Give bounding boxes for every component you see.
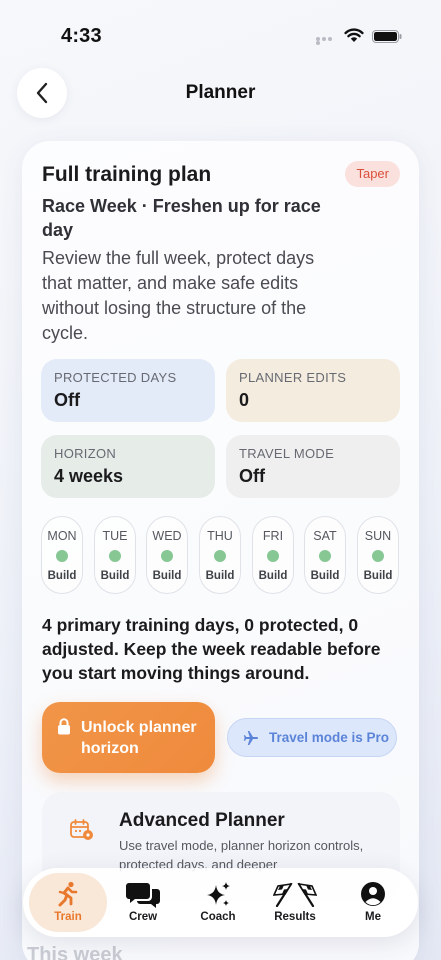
day-pill-wed[interactable]: WED Build — [146, 516, 188, 594]
tab-label: Results — [274, 911, 316, 923]
day-name: SAT — [313, 529, 337, 543]
day-tag: Build — [363, 570, 393, 582]
day-status-dot — [214, 550, 226, 562]
sparkles-icon — [207, 882, 230, 906]
day-status-dot — [161, 550, 173, 562]
lock-icon — [58, 718, 70, 735]
day-status-dot — [267, 550, 279, 562]
unlock-planner-horizon-button[interactable]: Unlock planner horizon — [42, 702, 215, 773]
stat-protected-days: PROTECTED DAYS Off — [41, 359, 215, 422]
tab-results[interactable]: Results — [256, 873, 334, 932]
day-tag: Build — [258, 570, 288, 582]
stat-label: TRAVEL MODE — [239, 446, 335, 461]
stat-label: HORIZON — [54, 446, 117, 461]
status-time: 4:33 — [61, 25, 102, 47]
day-name: TUE — [102, 529, 128, 543]
tab-label: Crew — [128, 911, 158, 923]
plan-subtitle: Race Week · Freshen up for race day — [42, 196, 321, 240]
tab-coach[interactable]: Coach — [179, 873, 257, 932]
tab-label: Coach — [200, 911, 236, 923]
stat-travel-mode: TRAVEL MODE Off — [226, 435, 400, 498]
day-pill-mon[interactable]: MON Build — [41, 516, 83, 594]
stat-value: Off — [54, 390, 80, 410]
day-tag: Build — [152, 570, 182, 582]
day-pill-sun[interactable]: SUN Build — [357, 516, 399, 594]
day-tag: Build — [310, 570, 340, 582]
wifi-icon — [344, 28, 364, 42]
day-name: WED — [152, 529, 182, 543]
plan-title: Full training plan — [42, 163, 212, 186]
day-status-dot — [109, 550, 121, 562]
training-plan-card: Full training plan Taper Race Week · Fre… — [22, 141, 419, 960]
stat-label: PROTECTED DAYS — [54, 370, 177, 385]
travel-button-label: Travel mode is Pro — [269, 730, 390, 745]
section-heading-this-week: This week — [27, 944, 123, 960]
day-tag: Build — [47, 570, 77, 582]
unlock-button-label: Unlock planner horizon — [81, 719, 197, 757]
calendar-settings-icon — [70, 819, 93, 840]
checkered-flags-icon — [273, 882, 317, 907]
day-status-dot — [372, 550, 384, 562]
week-day-strip: MON Build TUE Build WED Build THU Build … — [41, 516, 401, 594]
day-status-dot — [56, 550, 68, 562]
day-pill-thu[interactable]: THU Build — [199, 516, 241, 594]
stat-planner-edits: PLANNER EDITS 0 — [226, 359, 400, 422]
airplane-icon — [243, 731, 258, 745]
day-name: THU — [207, 529, 233, 543]
week-summary: 4 primary training days, 0 protected, 0 … — [42, 615, 381, 683]
day-pill-sat[interactable]: SAT Build — [304, 516, 346, 594]
battery-icon — [372, 30, 402, 43]
day-status-dot — [319, 550, 331, 562]
tab-crew[interactable]: Crew — [104, 873, 182, 932]
tab-label: Me — [365, 911, 381, 923]
day-name: SUN — [364, 529, 392, 543]
page-title: Planner — [185, 82, 256, 103]
stat-value: 4 weeks — [54, 466, 124, 486]
status-bar: 4:33 — [0, 0, 441, 60]
day-tag: Build — [205, 570, 235, 582]
phase-badge: Taper — [345, 161, 400, 187]
plan-description: Review the full week, protect days that … — [42, 248, 315, 343]
day-tag: Build — [100, 570, 130, 582]
day-pill-fri[interactable]: FRI Build — [252, 516, 294, 594]
tab-label: Train — [54, 911, 82, 923]
day-name: MON — [47, 529, 77, 543]
day-name: FRI — [262, 529, 284, 543]
travel-mode-pro-button[interactable]: Travel mode is Pro — [227, 718, 397, 757]
day-pill-tue[interactable]: TUE Build — [94, 516, 136, 594]
person-icon — [361, 882, 385, 906]
tab-train[interactable]: Train — [29, 873, 107, 932]
chat-bubbles-icon — [126, 883, 160, 908]
advanced-planner-title: Advanced Planner — [119, 810, 285, 831]
stat-value: Off — [239, 466, 265, 486]
stat-value: 0 — [239, 390, 250, 410]
stat-horizon: HORIZON 4 weeks — [41, 435, 215, 498]
tab-me[interactable]: Me — [334, 873, 412, 932]
signal-icon — [316, 37, 338, 45]
stat-label: PLANNER EDITS — [239, 370, 347, 385]
runner-icon — [58, 881, 78, 907]
bottom-tab-bar: Train Crew Coach Results Me — [23, 868, 418, 937]
